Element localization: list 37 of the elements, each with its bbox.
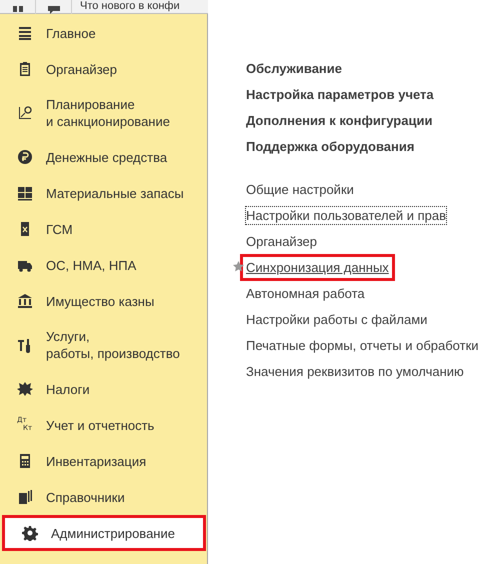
tools-icon — [17, 337, 33, 353]
command-link[interactable]: Печатные формы, отчеты и обработки — [246, 336, 479, 354]
chart-icon — [17, 105, 33, 121]
sidebar-item[interactable]: Услуги, работы, производство — [0, 319, 207, 371]
star-icon[interactable] — [233, 261, 244, 272]
boxes-icon — [17, 185, 33, 201]
settings-icon — [22, 525, 38, 541]
sidebar-item[interactable]: Справочники — [0, 479, 207, 515]
sidebar-item[interactable]: Планирование и санкционирование — [0, 87, 207, 139]
calculator-icon — [17, 453, 33, 469]
books-icon — [17, 489, 33, 505]
sidebar-item[interactable]: ОС, НМА, НПА — [0, 247, 207, 283]
sidebar-item[interactable]: Администрирование — [2, 515, 206, 551]
sidebar-item[interactable]: Инвентаризация — [0, 443, 207, 479]
section-heading: Дополнения к конфигурации — [246, 112, 434, 130]
lines-icon — [17, 25, 33, 41]
command-link[interactable]: Настройки работы с файлами — [246, 310, 428, 328]
command-link[interactable]: Синхронизация данных — [240, 254, 395, 280]
command-link[interactable]: Органайзер — [246, 232, 317, 250]
command-link[interactable]: Общие настройки — [246, 180, 354, 198]
sidebar-item[interactable]: Органайзер — [0, 51, 207, 87]
command-link[interactable]: Автономная работа — [246, 284, 365, 302]
sidebar-item[interactable]: ГСМ — [0, 211, 207, 247]
section-heading: Поддержка оборудования — [246, 138, 416, 156]
ruble-coin-icon — [17, 149, 33, 165]
sidebar-item[interactable]: Главное — [0, 15, 207, 51]
sidebar-item[interactable]: Материальные запасы — [0, 175, 207, 211]
emblem-icon — [17, 381, 33, 397]
sidebar-item[interactable]: Налоги — [0, 371, 207, 407]
sidebar-item[interactable]: Имущество казны — [0, 283, 207, 319]
sidebar-item[interactable]: Денежные средства — [0, 139, 207, 175]
command-link[interactable]: Значения реквизитов по умолчанию — [246, 362, 464, 380]
bank-building-icon — [17, 293, 33, 309]
command-link[interactable]: Настройки пользователей и прав — [246, 206, 446, 224]
clipboard-icon — [17, 61, 33, 77]
section-heading: Настройка параметров учета — [246, 86, 435, 104]
section-heading: Обслуживание — [246, 60, 344, 78]
